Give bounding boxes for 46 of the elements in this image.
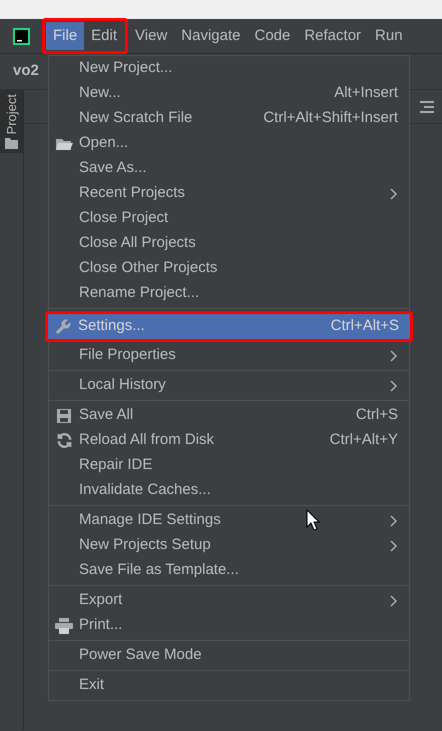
menu-item[interactable]: Save As...: [49, 156, 409, 181]
wrench-icon: [54, 318, 72, 336]
menu-bar-item[interactable]: Run: [368, 22, 410, 50]
menu-item[interactable]: Recent Projects: [49, 181, 409, 206]
menu-item[interactable]: Export: [49, 588, 409, 613]
menu-item[interactable]: Reload All from Disk Ctrl+Alt+Y: [49, 428, 409, 453]
menu-item[interactable]: New Project...: [49, 56, 409, 81]
shortcut-label: Alt+Insert: [334, 83, 398, 104]
menu-item[interactable]: Save File as Template...: [49, 558, 409, 583]
menu-item[interactable]: File Properties: [49, 343, 409, 368]
menu-bar-item[interactable]: Refactor: [297, 22, 368, 50]
menu-bar-item[interactable]: Code: [247, 22, 298, 50]
shortcut-label: Ctrl+Alt+S: [330, 316, 399, 336]
project-name: vo2: [13, 61, 39, 82]
menu-item[interactable]: Save All Ctrl+S: [49, 403, 409, 428]
menu-item[interactable]: Settings... Ctrl+Alt+S: [48, 314, 410, 339]
menu-item[interactable]: Print...: [49, 613, 409, 638]
folder-icon: [5, 138, 18, 150]
menu-item[interactable]: Close Other Projects: [49, 256, 409, 281]
menu-item[interactable]: Open...: [49, 131, 409, 156]
menu-bar-item[interactable]: View: [128, 22, 174, 50]
menu-bar-item[interactable]: Navigate: [174, 22, 248, 50]
menu-item[interactable]: Local History: [49, 373, 409, 398]
menu-bar-item[interactable]: File: [46, 22, 84, 50]
collapse-icon[interactable]: [420, 100, 434, 114]
printer-icon: [55, 618, 73, 634]
menu-item[interactable]: Exit: [49, 673, 409, 698]
menu-item[interactable]: Power Save Mode: [49, 643, 409, 668]
menu-item[interactable]: New... Alt+Insert: [49, 81, 409, 106]
project-tool-tab[interactable]: Project: [0, 90, 23, 154]
menu-item[interactable]: Rename Project...: [49, 281, 409, 306]
folder-icon: [55, 136, 73, 150]
menu-item[interactable]: Manage IDE Settings: [49, 508, 409, 533]
menu-item[interactable]: Repair IDE: [49, 453, 409, 478]
app-logo-icon: [13, 28, 30, 44]
shortcut-label: Ctrl+S: [356, 405, 398, 426]
menu-item[interactable]: New Scratch File Ctrl+Alt+Shift+Insert: [49, 106, 409, 131]
shortcut-label: Ctrl+Alt+Y: [330, 430, 398, 450]
menu-item[interactable]: Close Project: [49, 206, 409, 231]
menu-item[interactable]: Invalidate Caches...: [49, 478, 409, 503]
shortcut-label: Ctrl+Alt+Shift+Insert: [263, 108, 398, 128]
reload-icon: [56, 432, 72, 449]
menu-item[interactable]: New Projects Setup: [49, 533, 409, 558]
menu-bar-item[interactable]: Edit: [84, 22, 124, 50]
mouse-pointer-icon: [306, 509, 320, 531]
menu-item[interactable]: Close All Projects: [49, 231, 409, 256]
